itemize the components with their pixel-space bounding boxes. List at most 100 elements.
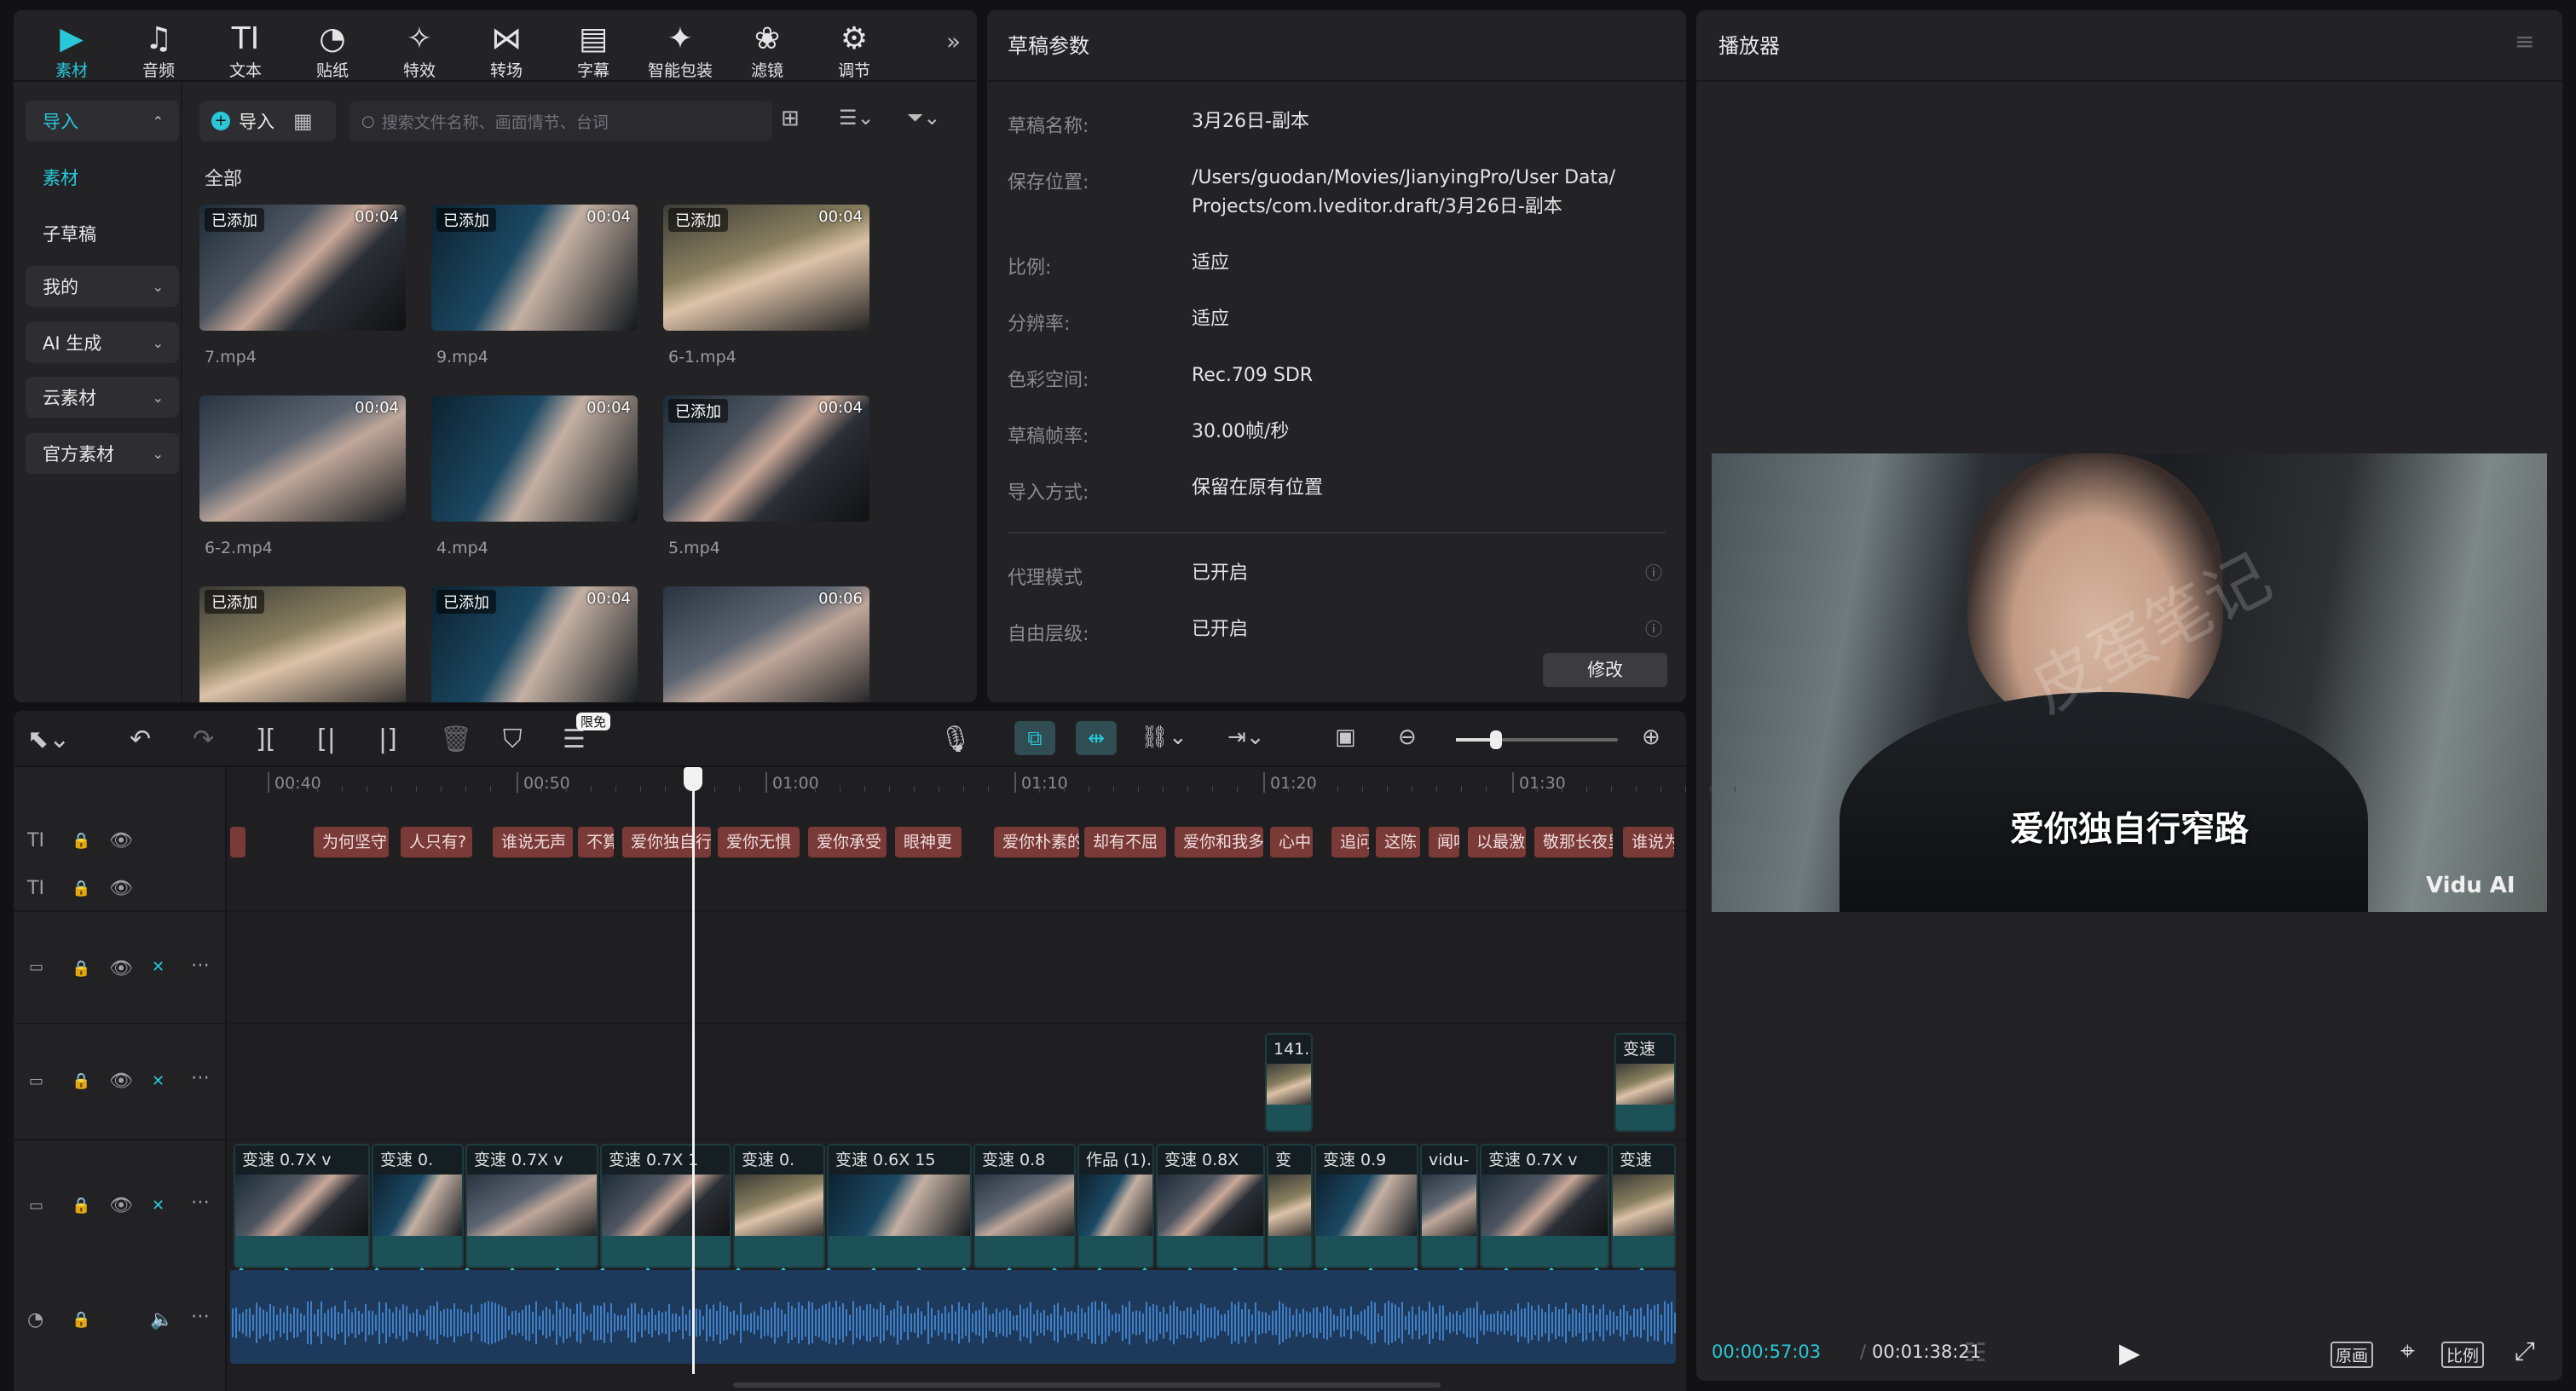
subtitle-clip[interactable]: 敬那长夜里 <box>1534 827 1613 857</box>
tab-effects[interactable]: ✧ 特效 <box>378 20 460 81</box>
subtitle-clip[interactable]: 爱你朴素的 <box>994 827 1079 857</box>
lock-icon[interactable]: 🔒 <box>72 1197 90 1215</box>
import-button[interactable]: + 导入 ▦ <box>199 101 336 141</box>
play-button[interactable]: ▶ <box>2119 1336 2140 1369</box>
subtitle-clip[interactable]: 人只有? <box>401 827 472 857</box>
main-video-clip[interactable]: 变速 0.7X v <box>1480 1144 1609 1268</box>
playhead[interactable] <box>692 767 695 1374</box>
subtitle-clip[interactable]: 谁说无声 <box>493 827 573 857</box>
timeline-scrollbar[interactable] <box>733 1382 1441 1388</box>
audio-clip[interactable] <box>230 1270 1676 1364</box>
eye-icon[interactable]: 👁 <box>109 830 133 851</box>
main-video-clip[interactable]: vidu- <box>1420 1144 1478 1268</box>
more-options-icon[interactable]: ⋯ <box>191 1192 210 1213</box>
trim-right-icon[interactable]: |] <box>378 724 397 754</box>
mute-icon[interactable]: ✕ <box>152 958 165 976</box>
lock-icon[interactable]: 🔒 <box>72 960 90 978</box>
sidebar-item[interactable]: 素材 <box>26 157 179 198</box>
more-options-icon[interactable]: ⋯ <box>191 1306 210 1327</box>
subtitle-clip[interactable]: 爱你承受 <box>808 827 887 857</box>
zoom-in-icon[interactable]: ⊕ <box>1642 724 1661 750</box>
main-video-clip[interactable]: 变速 0. <box>733 1144 825 1268</box>
media-thumbnail[interactable]: 已添加 <box>199 586 406 702</box>
sidebar-item[interactable]: 我的 ⌄ <box>26 266 179 307</box>
linkage-icon[interactable]: ⇥⌄ <box>1227 724 1265 750</box>
lock-icon[interactable]: 🔒 <box>72 880 90 898</box>
subtitle-clip[interactable]: 追问 <box>1331 827 1369 857</box>
redo-icon[interactable]: ↷ <box>193 724 214 754</box>
subtitle-clip[interactable]: 为何坚守 <box>314 827 389 857</box>
subtitle-clip[interactable]: 闻呀 <box>1429 827 1459 857</box>
proxy-help-icon[interactable]: ⓘ <box>1645 559 1662 584</box>
video-frame[interactable]: 皮蛋笔记 爱你独自行窄路 Vidu AI <box>1712 453 2547 912</box>
main-video-clip[interactable]: 作品 (1).r <box>1077 1144 1154 1268</box>
lock-icon[interactable]: 🔒 <box>72 832 90 850</box>
sort-icon[interactable]: ☰⌄ <box>839 106 875 130</box>
lock-icon[interactable]: 🔒 <box>72 1311 90 1329</box>
media-thumbnail[interactable]: 已添加 00:04 <box>663 395 869 522</box>
overlay-video-clip[interactable]: 141.m <box>1265 1033 1313 1132</box>
media-thumbnail[interactable]: 00:04 <box>199 395 406 522</box>
filter-icon[interactable]: ⏷⌄ <box>907 106 940 130</box>
grid-view-icon[interactable]: ⊞ <box>781 106 800 131</box>
tab-filter[interactable]: ❀ 滤镜 <box>726 20 808 81</box>
more-options-icon[interactable]: ⋯ <box>191 1067 210 1088</box>
qrcode-icon[interactable]: ▦ <box>293 109 313 133</box>
screenshot-icon[interactable]: ⌖ <box>2400 1336 2415 1366</box>
subtitle-clip[interactable]: 爱你无惧 <box>718 827 800 857</box>
media-thumbnail[interactable]: 00:04 <box>431 395 638 522</box>
trim-left-icon[interactable]: [| <box>317 724 336 754</box>
magnet-toggle-icon[interactable]: ⧉ <box>1014 721 1055 755</box>
delete-icon[interactable]: 🗑 <box>440 724 472 754</box>
sidebar-item[interactable]: 官方素材 ⌄ <box>26 433 179 474</box>
sidebar-item[interactable]: 导入 ⌃ <box>26 101 179 141</box>
media-thumbnail[interactable]: 已添加 00:04 <box>431 586 638 702</box>
tab-audio[interactable]: ♫ 音频 <box>118 20 199 81</box>
media-search-field[interactable]: ○ 搜索文件名称、画面情节、台词 <box>349 101 772 141</box>
subtitle-clip[interactable]: 以最激 <box>1468 827 1526 857</box>
timeline-view-icon[interactable]: ☷ <box>1964 1338 1987 1368</box>
subtitle-clip[interactable] <box>230 827 245 857</box>
main-video-clip[interactable]: 变速 0.8X <box>1156 1144 1265 1268</box>
player-menu-icon[interactable]: ≡ <box>2515 27 2534 55</box>
volume-icon[interactable]: 🔈 <box>150 1309 173 1330</box>
tab-transition[interactable]: ⋈ 转场 <box>465 20 547 81</box>
zoom-slider-thumb[interactable] <box>1490 730 1502 749</box>
zoom-slider[interactable] <box>1456 730 1618 749</box>
main-video-clip[interactable]: 变速 0.9 <box>1314 1144 1418 1268</box>
tab-media[interactable]: ▶ 素材 <box>31 20 113 81</box>
more-options-icon[interactable]: ⋯ <box>191 955 210 976</box>
fit-icon[interactable]: ▣ <box>1335 724 1356 750</box>
subtitle-clip[interactable]: 却有不屈 <box>1084 827 1166 857</box>
eye-icon[interactable]: 👁 <box>109 1195 133 1216</box>
subtitle-clip[interactable]: 这陈 <box>1376 827 1420 857</box>
more-tools-button[interactable]: » <box>946 27 961 55</box>
main-video-clip[interactable]: 变速 0.8 <box>973 1144 1076 1268</box>
playhead-handle[interactable] <box>684 767 702 791</box>
fullscreen-icon[interactable]: ⤢ <box>2515 1336 2535 1366</box>
mute-icon[interactable]: ✕ <box>152 1197 165 1215</box>
lock-icon[interactable]: 🔒 <box>72 1072 90 1090</box>
tab-subtitle[interactable]: ▤ 字幕 <box>552 20 634 81</box>
subtitle-clip[interactable]: 爱你和我多 <box>1175 827 1263 857</box>
media-thumbnail[interactable]: 已添加 00:04 <box>431 205 638 331</box>
eye-icon[interactable]: 👁 <box>109 1071 133 1092</box>
main-video-clip[interactable]: 变速 0.7X 1 <box>600 1144 731 1268</box>
link-icon[interactable]: ⛓⌄ <box>1141 724 1187 750</box>
sidebar-item[interactable]: 云素材 ⌄ <box>26 377 179 418</box>
media-thumbnail[interactable]: 已添加 00:04 <box>199 205 406 331</box>
undo-icon[interactable]: ↶ <box>130 724 151 754</box>
subtitle-clip[interactable]: 谁说为 <box>1623 827 1674 857</box>
mute-icon[interactable]: ✕ <box>152 1072 165 1090</box>
media-thumbnail[interactable]: 已添加 00:04 <box>663 205 869 331</box>
main-video-clip[interactable]: 变速 <box>1611 1144 1676 1268</box>
select-tool-icon[interactable]: ⬉⌄ <box>27 724 70 754</box>
tab-smart-pack[interactable]: ✦ 智能包装 <box>639 20 721 81</box>
main-video-clip[interactable]: 变速 0. <box>372 1144 464 1268</box>
eye-icon[interactable]: 👁 <box>109 958 133 979</box>
main-video-clip[interactable]: 变速 0.7X v <box>465 1144 598 1268</box>
subtitle-clip[interactable]: 不算 <box>578 827 614 857</box>
main-video-clip[interactable]: 变速 0.7X v <box>234 1144 370 1268</box>
split-icon[interactable]: ][ <box>256 724 275 754</box>
main-video-clip[interactable]: 变速 0.6X 15 <box>827 1144 972 1268</box>
